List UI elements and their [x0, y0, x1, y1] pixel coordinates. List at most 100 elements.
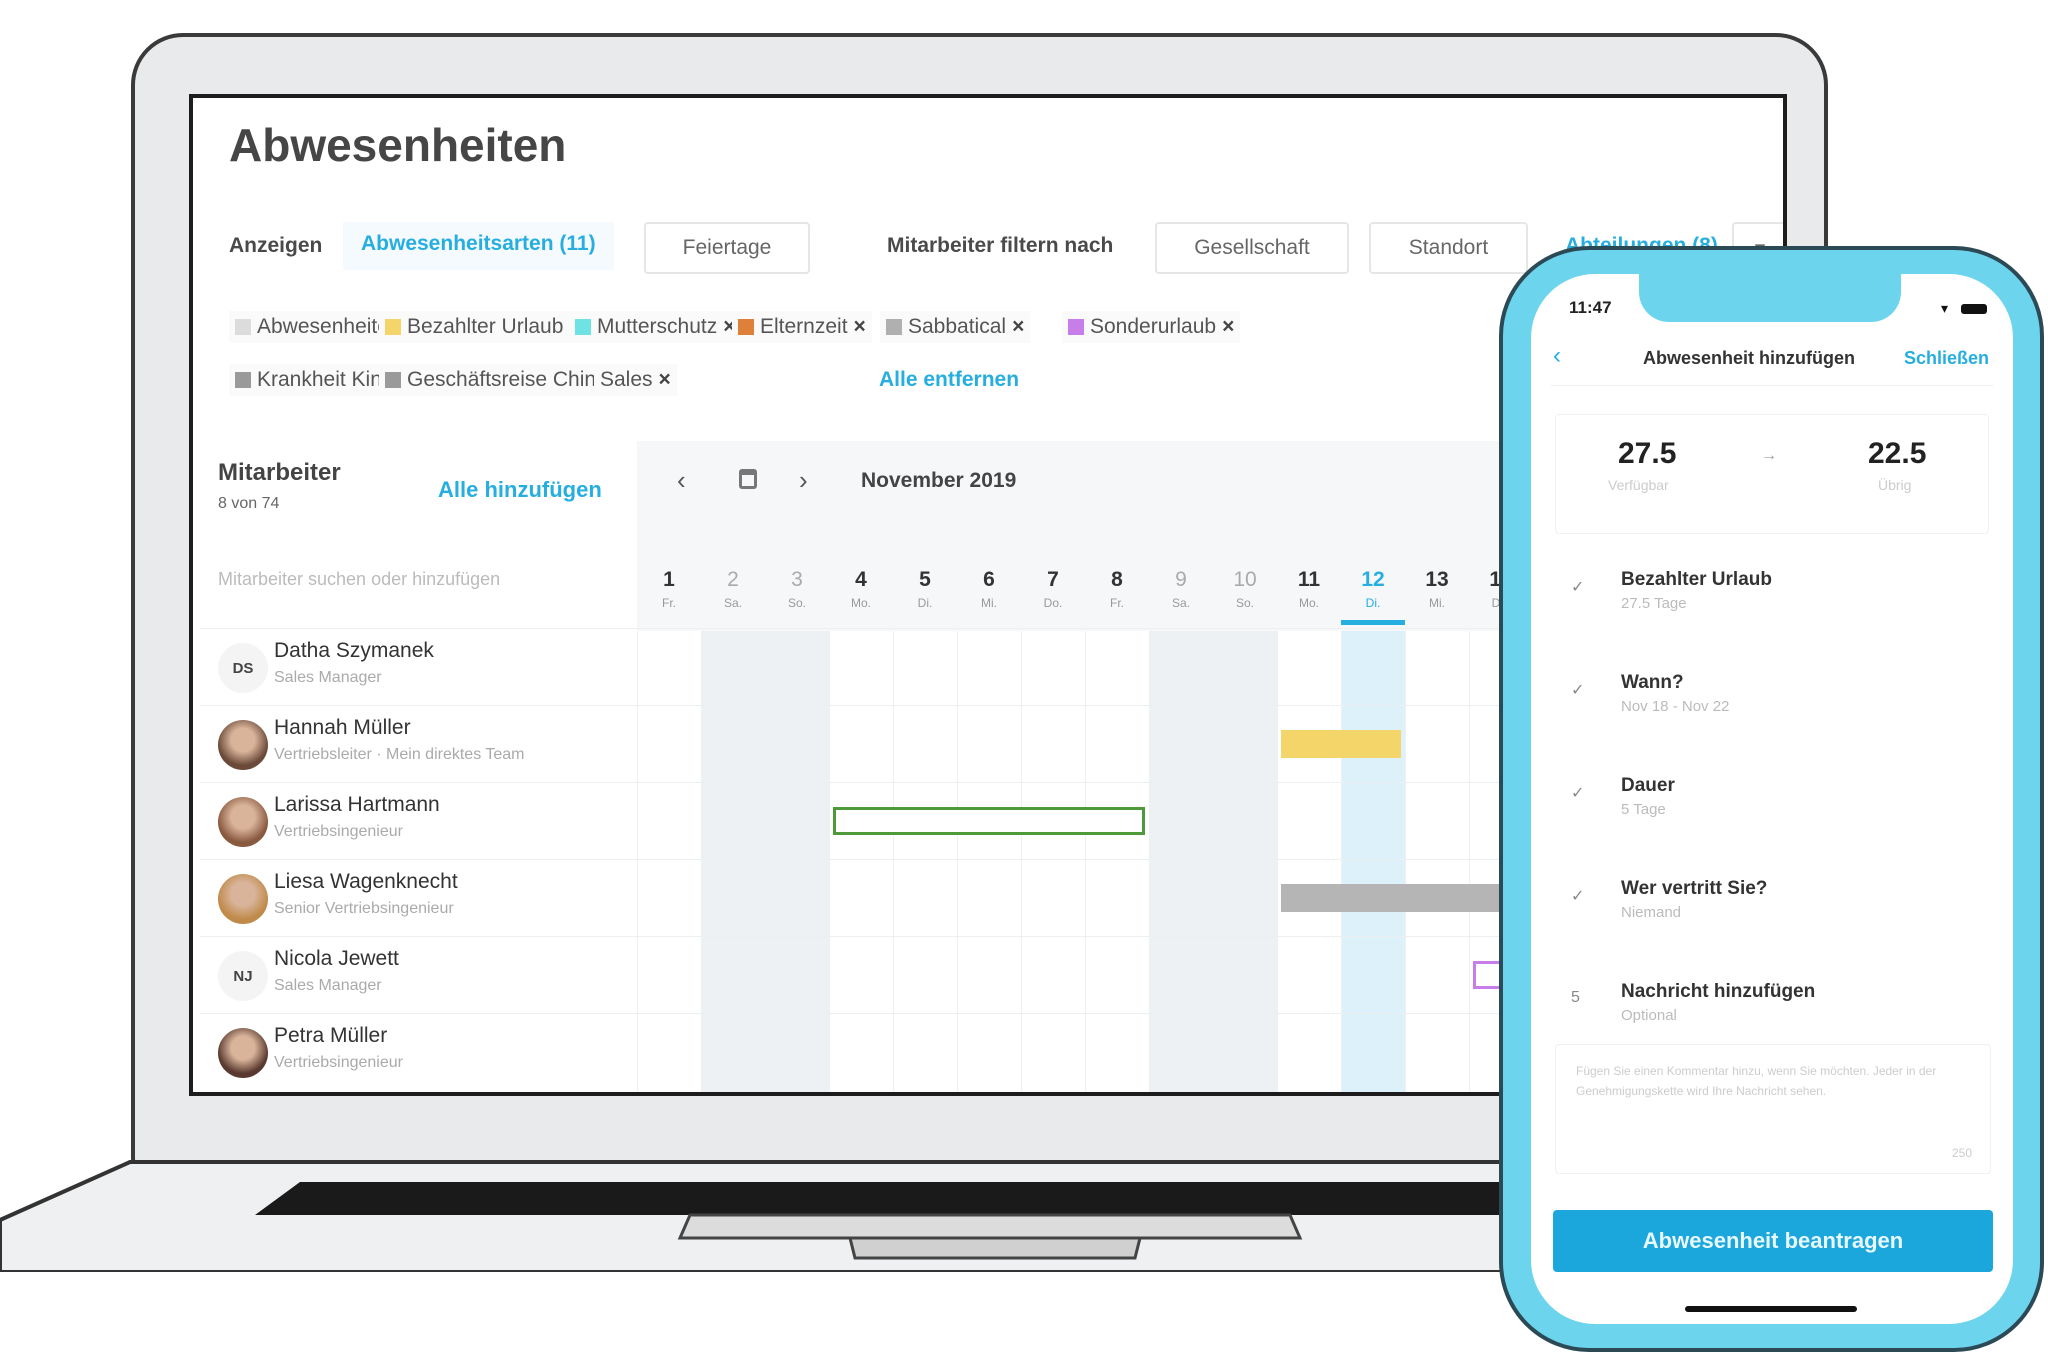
chip-label: Sabbatical: [908, 315, 1007, 338]
day-number[interactable]: 6: [957, 568, 1021, 592]
comment-textarea[interactable]: Fügen Sie einen Kommentar hinzu, wenn Si…: [1555, 1044, 1991, 1174]
step-check-icon: ✓: [1571, 785, 1585, 802]
request-step[interactable]: ✓ Dauer 5 Tage: [1571, 775, 1991, 835]
comment-placeholder: Fügen Sie einen Kommentar hinzu, wenn Si…: [1576, 1064, 1937, 1098]
chip-label: Sonderurlaub: [1090, 315, 1217, 338]
add-all-link[interactable]: Alle hinzufügen: [438, 477, 602, 503]
chip-label: Sales: [600, 368, 653, 391]
day-number[interactable]: 9: [1149, 568, 1213, 592]
chip-label: Geschäftsreise China: [407, 368, 608, 391]
available-value: 27.5: [1618, 437, 1677, 470]
step-check-icon: 5: [1571, 989, 1580, 1006]
filter-label: Mitarbeiter filtern nach: [887, 234, 1114, 257]
chip-label: Bezahlter Urlaub: [407, 315, 564, 338]
absence-bar[interactable]: [1281, 884, 1529, 912]
current-month: November 2019: [861, 469, 1017, 492]
request-step[interactable]: ✓ Bezahlter Urlaub 27.5 Tage: [1571, 569, 1991, 629]
color-swatch: [738, 319, 754, 335]
employee-role: Senior Vertriebsingenieur: [274, 900, 454, 917]
employee-role: Vertriebsingenieur: [274, 1054, 403, 1071]
prev-month-button[interactable]: ‹: [677, 465, 686, 496]
weekday-label: Sa.: [723, 596, 742, 610]
company-filter-button[interactable]: Gesellschaft: [1155, 222, 1349, 274]
step-value: 27.5 Tage: [1621, 595, 1687, 612]
submit-absence-button[interactable]: Abwesenheit beantragen: [1553, 1210, 1993, 1272]
remove-all-link[interactable]: Alle entfernen: [879, 368, 1019, 392]
day-number[interactable]: 11: [1277, 568, 1341, 592]
weekday-label: Sa.: [1171, 596, 1190, 610]
employee-name: Datha Szymanek: [274, 639, 434, 662]
avatar: DS: [218, 643, 268, 693]
color-swatch: [1068, 319, 1084, 335]
employee-name: Liesa Wagenknecht: [274, 870, 458, 893]
remaining-label: Übrig: [1878, 477, 1912, 493]
step-title: Dauer: [1621, 775, 1675, 796]
selected-day-indicator: [1341, 620, 1405, 625]
day-number[interactable]: 10: [1213, 568, 1277, 592]
day-number[interactable]: 7: [1021, 568, 1085, 592]
holidays-button[interactable]: Feiertage: [644, 222, 810, 274]
arrow-right-icon: →: [1761, 447, 1777, 464]
remove-chip-icon[interactable]: ×: [1012, 315, 1024, 339]
page-title: Abwesenheiten: [229, 119, 567, 171]
weekday-label: Do.: [1043, 596, 1063, 610]
day-number[interactable]: 13: [1405, 568, 1469, 592]
filter-chip: Bezahlter Urlaub×: [379, 311, 588, 343]
color-swatch: [385, 372, 401, 388]
employee-role: Vertriebsingenieur: [274, 823, 403, 840]
phone-screen: 11:47 ▾ ‹ Abwesenheit hinzufügen Schließ…: [1531, 274, 2013, 1324]
phone-notch: [1639, 274, 1901, 322]
chip-label: Elternzeit: [760, 315, 848, 338]
close-button[interactable]: Schließen: [1904, 348, 1989, 369]
location-filter-button[interactable]: Standort: [1369, 222, 1528, 274]
filter-chip: Elternzeit ×: [732, 311, 872, 343]
request-step[interactable]: 5 Nachricht hinzufügen Optional: [1571, 981, 1991, 1041]
day-number[interactable]: 3: [765, 568, 829, 592]
weekday-label: Mi.: [1429, 596, 1445, 610]
step-title: Wer vertritt Sie?: [1621, 878, 1768, 899]
request-step[interactable]: ✓ Wann? Nov 18 - Nov 22: [1571, 672, 1991, 732]
absence-bar[interactable]: [1281, 730, 1401, 758]
absence-bar[interactable]: [833, 807, 1145, 835]
weekday-label: Mi.: [981, 596, 997, 610]
request-step[interactable]: ✓ Wer vertritt Sie? Niemand: [1571, 878, 1991, 938]
chip-label: Krankheit Kind: [257, 368, 394, 391]
back-button[interactable]: ‹: [1553, 342, 1561, 370]
remove-chip-icon[interactable]: ×: [659, 368, 671, 392]
day-number[interactable]: 5: [893, 568, 957, 592]
step-title: Bezahlter Urlaub: [1621, 569, 1772, 590]
color-swatch: [385, 319, 401, 335]
day-number[interactable]: 1: [637, 568, 701, 592]
day-number[interactable]: 4: [829, 568, 893, 592]
employee-name: Nicola Jewett: [274, 947, 399, 970]
remove-chip-icon[interactable]: ×: [1222, 315, 1234, 339]
filter-chip: Sabbatical ×: [880, 311, 1031, 343]
filter-chip: Mutterschutz ×: [569, 311, 742, 343]
next-month-button[interactable]: ›: [799, 465, 808, 496]
remove-chip-icon[interactable]: ×: [854, 315, 866, 339]
weekday-label: So.: [787, 596, 806, 610]
show-label: Anzeigen: [229, 234, 323, 257]
weekday-label: So.: [1235, 596, 1254, 610]
calendar-icon[interactable]: [739, 469, 757, 489]
employee-role: Sales Manager: [274, 977, 382, 994]
phone-frame: 11:47 ▾ ‹ Abwesenheit hinzufügen Schließ…: [1499, 246, 2044, 1352]
employee-count: 8 von 74: [218, 495, 280, 512]
day-number[interactable]: 2: [701, 568, 765, 592]
remaining-value: 22.5: [1868, 437, 1927, 470]
absence-types-tab[interactable]: Abwesenheitsarten (11): [343, 222, 614, 270]
phone-title: Abwesenheit hinzufügen: [1643, 348, 1856, 368]
step-check-icon: ✓: [1571, 888, 1585, 905]
employee-search-input[interactable]: Mitarbeiter suchen oder hinzufügen: [218, 569, 628, 590]
balance-card: 27.5 Verfügbar → 22.5 Übrig: [1555, 414, 1989, 534]
weekday-label: Di.: [1365, 596, 1381, 610]
day-number[interactable]: 8: [1085, 568, 1149, 592]
wifi-icon: ▾: [1941, 300, 1949, 316]
step-value: Niemand: [1621, 904, 1682, 921]
day-number[interactable]: 12: [1341, 568, 1405, 592]
step-check-icon: ✓: [1571, 579, 1585, 596]
battery-icon: [1961, 304, 1987, 314]
color-swatch: [575, 319, 591, 335]
home-indicator: [1685, 1306, 1857, 1312]
avatar: [218, 720, 268, 770]
